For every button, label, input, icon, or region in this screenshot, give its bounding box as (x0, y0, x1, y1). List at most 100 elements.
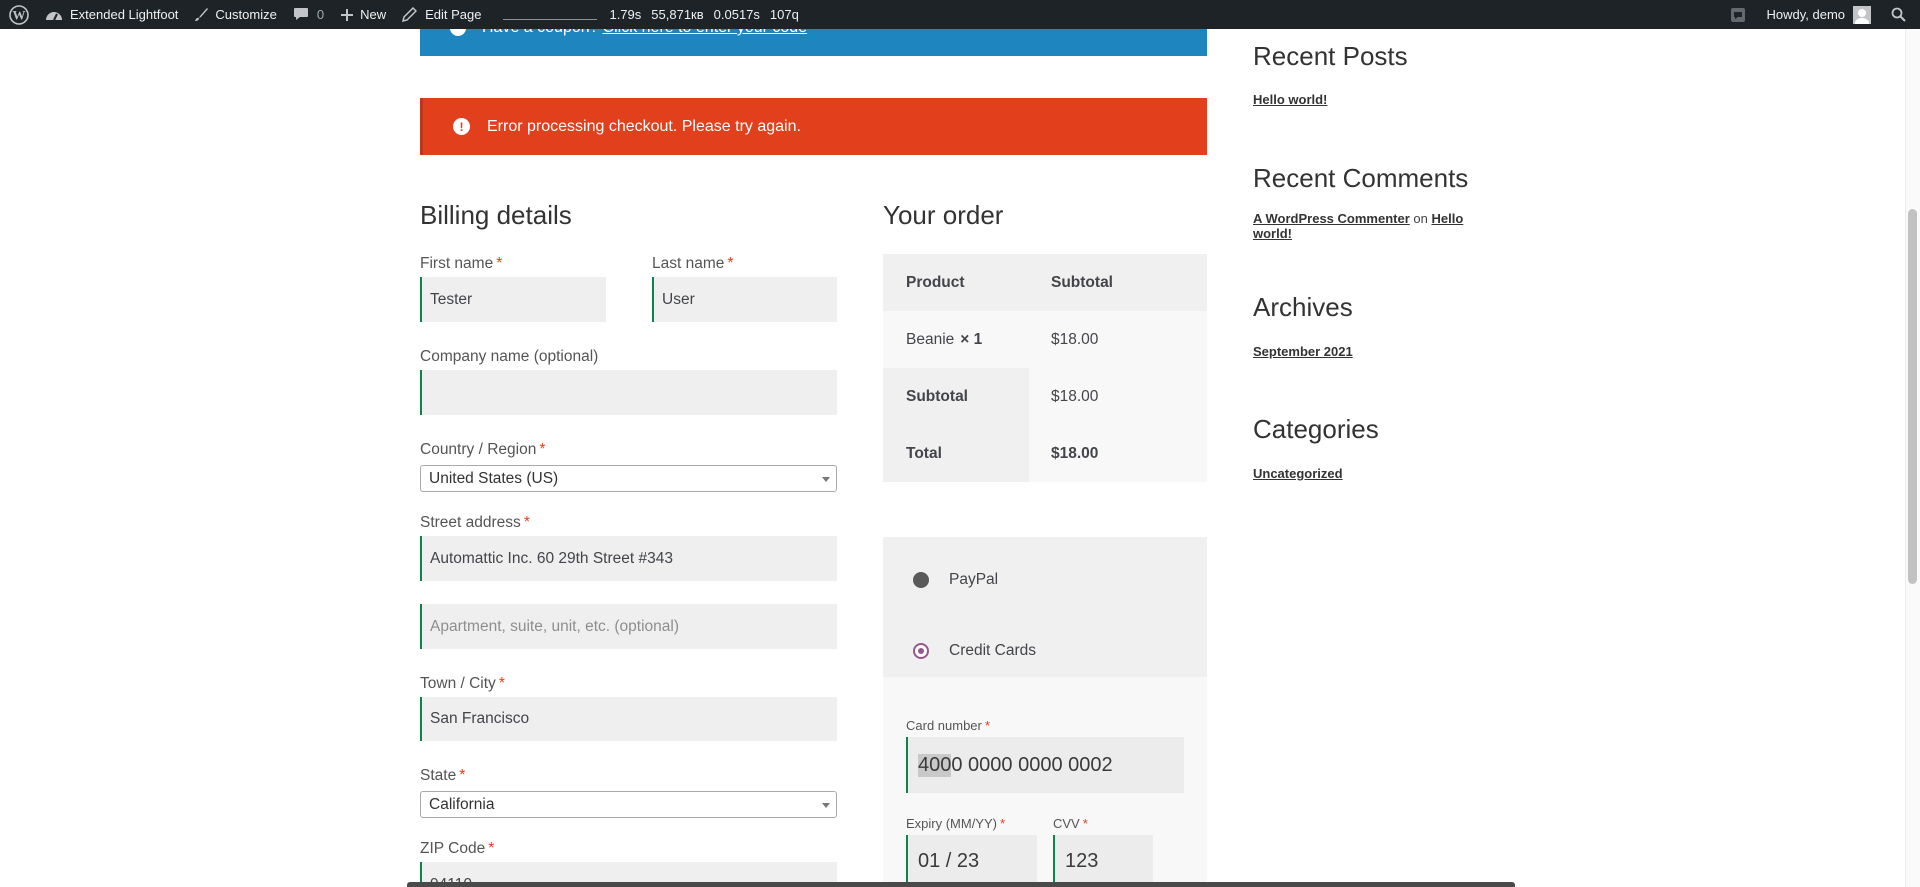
total-row: Total $18.00 (883, 425, 1207, 482)
query-monitor-separator (503, 19, 598, 20)
comments-link[interactable]: 0 (285, 0, 332, 29)
archives-title: Archives (1253, 292, 1353, 322)
subtotal-label: Subtotal (883, 368, 1029, 425)
last-name-field[interactable]: User (652, 277, 837, 322)
wordpress-logo-icon[interactable]: W (0, 0, 37, 29)
scrollbar-thumb[interactable] (1908, 209, 1917, 584)
error-icon: ! (453, 118, 470, 135)
paypal-radio[interactable] (913, 572, 929, 588)
my-account-menu[interactable]: Howdy, demo (1758, 0, 1883, 29)
new-label: New (360, 7, 387, 22)
qm-time: 1.79s (609, 7, 642, 22)
avatar (1853, 5, 1871, 24)
credit-cards-label: Credit Cards (949, 642, 1036, 659)
country-select[interactable]: United States (US) (420, 465, 837, 492)
error-notice: ! Error processing checkout. Please try … (420, 98, 1207, 155)
site-name-menu[interactable]: Extended Lightfoot (37, 0, 186, 29)
recent-posts-title: Recent Posts (1253, 41, 1408, 71)
recent-post-link[interactable]: Hello world! (1253, 92, 1327, 107)
archive-link[interactable]: September 2021 (1253, 344, 1353, 359)
order-table: Product Subtotal Beanie × 1 $18.00 Subto… (883, 254, 1207, 482)
col-product: Product (906, 273, 965, 291)
cvv-field[interactable]: 123 (1053, 835, 1153, 887)
notification-icon[interactable] (1722, 0, 1758, 29)
recent-comment-item: A WordPress Commenter on Hello world! (1253, 211, 1483, 241)
query-monitor-menu[interactable]: 1.79s 55,871кв 0.0517s 107q (489, 0, 806, 29)
card-form: Card number * 400 0 0000 0000 0002 Expiry … (883, 677, 1207, 887)
apartment-field[interactable]: Apartment, suite, unit, etc. (optional) (420, 604, 837, 649)
first-name-label: First name * (420, 255, 503, 272)
dashboard-icon (45, 8, 63, 22)
edit-page-link[interactable]: Edit Page (394, 0, 489, 29)
city-field[interactable]: San Francisco (420, 697, 837, 741)
subtotal-row: Subtotal $18.00 (883, 368, 1207, 425)
cvv-label: CVV * (1053, 816, 1088, 831)
company-field[interactable] (420, 370, 837, 415)
brush-icon (194, 7, 209, 22)
svg-text:W: W (13, 7, 26, 22)
info-icon (450, 29, 466, 36)
new-content-menu[interactable]: New (332, 0, 394, 29)
edit-page-label: Edit Page (425, 7, 482, 22)
pencil-icon (402, 7, 418, 22)
customize-link[interactable]: Customize (186, 0, 284, 29)
total-label: Total (883, 425, 1029, 482)
item-name-cell: Beanie × 1 (883, 311, 1029, 368)
plus-icon (340, 8, 354, 22)
credit-cards-radio[interactable] (913, 643, 929, 659)
item-qty: × 1 (960, 330, 983, 348)
recent-comments-title: Recent Comments (1253, 163, 1469, 193)
payment-option-paypal[interactable]: PayPal (913, 571, 998, 589)
street-label: Street address * (420, 514, 530, 531)
zip-label: ZIP Code * (420, 840, 495, 857)
order-heading: Your order (883, 200, 1004, 230)
howdy-label: Howdy, demo (1766, 7, 1845, 22)
order-header-row: Product Subtotal (883, 254, 1207, 311)
chevron-down-icon (822, 477, 830, 482)
qm-memory: 55,871кв (651, 7, 704, 22)
payment-option-credit-cards[interactable]: Credit Cards (913, 642, 1036, 660)
item-price: $18.00 (1051, 330, 1099, 348)
state-label: State * (420, 767, 466, 784)
total-value: $18.00 (1029, 425, 1207, 482)
coupon-notice: Have a coupon? Click here to enter your … (420, 29, 1207, 56)
qm-queries: 107q (769, 7, 799, 22)
admin-bar-secondary: Howdy, demo (1722, 0, 1920, 29)
expiry-label: Expiry (MM/YY) * (906, 816, 1006, 831)
chevron-down-icon (822, 803, 830, 808)
payment-methods: PayPal Credit Cards (883, 537, 1207, 677)
street-address-field[interactable]: Automattic Inc. 60 29th Street #343 (420, 536, 837, 581)
coupon-link[interactable]: Click here to enter your code (603, 29, 808, 37)
state-select[interactable]: California (420, 791, 837, 818)
qm-db-time: 0.0517s (713, 7, 760, 22)
billing-heading: Billing details (420, 200, 572, 230)
item-name: Beanie (906, 330, 955, 348)
country-value: United States (US) (429, 469, 559, 487)
customize-label: Customize (215, 7, 277, 22)
first-name-field[interactable]: Tester (420, 277, 606, 322)
page-scrollbar[interactable] (1905, 29, 1920, 887)
col-subtotal: Subtotal (1051, 273, 1113, 291)
comment-author-link[interactable]: A WordPress Commenter (1253, 211, 1410, 226)
paypal-label: PayPal (949, 571, 999, 588)
table-row: Beanie × 1 $18.00 (883, 311, 1207, 368)
category-link[interactable]: Uncategorized (1253, 466, 1343, 481)
card-number-selection: 400 (918, 753, 952, 777)
coupon-text: Have a coupon? (482, 29, 599, 37)
comment-icon (293, 7, 309, 22)
comment-on-text: on (1413, 211, 1428, 226)
categories-title: Categories (1253, 414, 1379, 444)
country-label: Country / Region * (420, 441, 546, 458)
city-label: Town / City * (420, 675, 505, 692)
card-number-field[interactable]: 400 0 0000 0000 0002 (906, 737, 1184, 793)
site-name: Extended Lightfoot (70, 7, 179, 22)
search-icon[interactable] (1883, 0, 1920, 29)
error-message: Error processing checkout. Please try ag… (487, 117, 801, 135)
admin-bar: W Extended Lightfoot Customize 0 New Edi… (0, 0, 1920, 29)
state-value: California (429, 795, 495, 813)
bottom-overlay-edge (407, 882, 1515, 887)
subtotal-value: $18.00 (1029, 368, 1207, 425)
last-name-label: Last name * (652, 255, 734, 272)
expiry-field[interactable]: 01 / 23 (906, 835, 1037, 887)
card-number-label: Card number * (906, 718, 990, 733)
